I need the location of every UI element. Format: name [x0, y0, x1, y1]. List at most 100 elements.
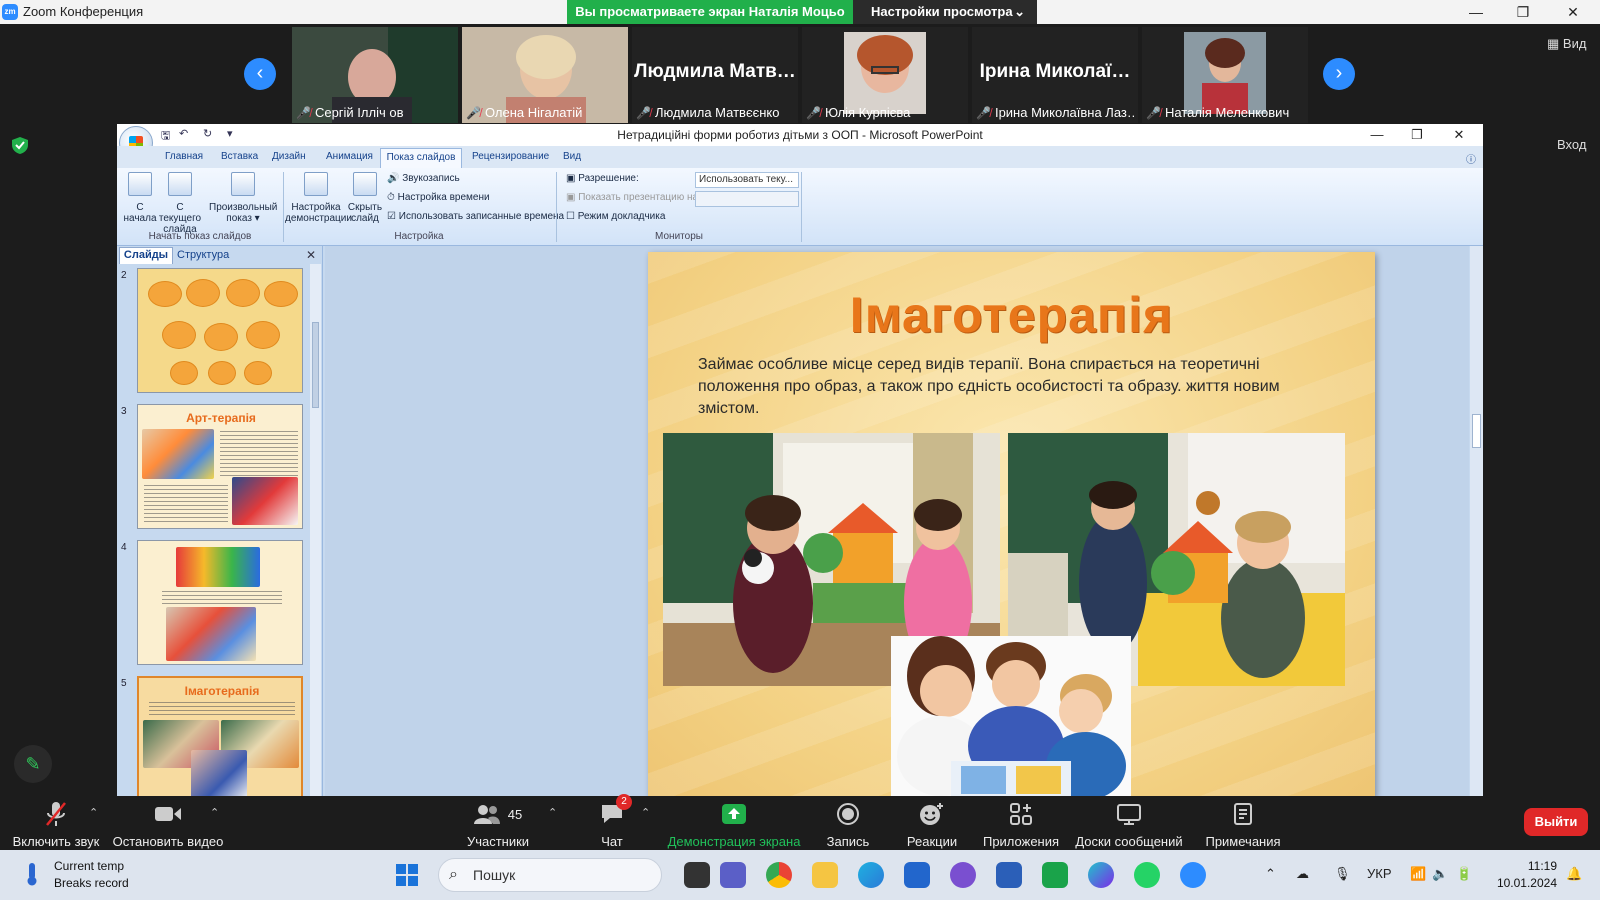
- use-timings-checkbox[interactable]: ☑ Использовать записанные времена: [387, 211, 564, 222]
- ppt-minimize-button[interactable]: —: [1357, 127, 1397, 142]
- clock-date[interactable]: 10.01.2024: [1491, 876, 1557, 890]
- record-button[interactable]: Запись: [822, 796, 874, 849]
- participant-tile[interactable]: Людмила Матв… 🎤̸ Людмила Матвєєнко: [632, 27, 798, 123]
- tab-home[interactable]: Главная: [165, 151, 203, 162]
- whiteboards-button[interactable]: Доски сообщений: [1074, 796, 1184, 849]
- thermometer-icon[interactable]: [22, 862, 42, 886]
- participant-tile[interactable]: 🎤̸ Олена Нігалатій: [462, 27, 628, 123]
- close-button[interactable]: ✕: [1550, 2, 1596, 22]
- leave-button[interactable]: Выйти: [1524, 808, 1588, 836]
- pencil-icon: ✎: [25, 754, 41, 774]
- ppt-restore-button[interactable]: ❐: [1397, 127, 1437, 143]
- monitor-icon: ▣: [566, 173, 579, 184]
- monitor-icon: ▣: [566, 192, 579, 203]
- tab-animation[interactable]: Анимация: [326, 151, 373, 162]
- photo-children-reading[interactable]: [891, 636, 1131, 796]
- whiteboard-icon: [1074, 800, 1184, 828]
- slide-title[interactable]: Імаготерапія: [648, 286, 1375, 344]
- show-on-label: ▣ Показать презентацию на:: [566, 192, 701, 203]
- shield-check-icon[interactable]: [12, 137, 28, 154]
- presenter-view-checkbox[interactable]: ☐ Режим докладчика: [566, 211, 665, 222]
- onedrive-icon[interactable]: ☁: [1296, 866, 1309, 882]
- tab-slideshow[interactable]: Показ слайдов: [380, 148, 462, 168]
- tab-review[interactable]: Рецензирование: [472, 151, 549, 162]
- canva-icon[interactable]: [1088, 862, 1114, 888]
- word-icon[interactable]: [996, 862, 1022, 888]
- microphone-icon[interactable]: 🎙: [1334, 866, 1351, 882]
- task-view-icon[interactable]: [684, 862, 710, 888]
- slide-thumbnail[interactable]: Арт-терапія: [137, 404, 303, 529]
- main-scrollbar[interactable]: [1470, 246, 1483, 796]
- main-scroll-thumb[interactable]: [1472, 414, 1481, 448]
- close-panel-icon[interactable]: ✕: [306, 248, 316, 262]
- battery-icon[interactable]: 🔋: [1456, 866, 1472, 882]
- video-options-caret[interactable]: ⌃: [210, 806, 219, 819]
- edge-icon[interactable]: [858, 862, 884, 888]
- reactions-button[interactable]: Реакции: [902, 796, 962, 849]
- thumb-shape: [162, 321, 196, 349]
- volume-icon[interactable]: 🔈: [1432, 866, 1448, 882]
- unmute-button[interactable]: Включить звук: [8, 796, 104, 849]
- teams-icon[interactable]: [720, 862, 746, 888]
- restore-button[interactable]: ❐: [1500, 2, 1546, 22]
- slide-body-text[interactable]: Займає особливе місце серед видів терапі…: [698, 354, 1338, 420]
- thumb-text: [162, 591, 282, 605]
- hide-slide-button[interactable]: Скрыть слайд: [347, 172, 383, 224]
- participant-tile[interactable]: Ірина Миколаї… 🎤̸ Ірина Миколаївна Лаз…: [972, 27, 1138, 123]
- checkbox-empty-icon: ☐: [566, 211, 578, 222]
- prev-page-button[interactable]: ‹: [244, 58, 276, 90]
- tray-overflow-icon[interactable]: ⌃: [1265, 866, 1276, 882]
- participants-button[interactable]: 45 Участники: [458, 796, 538, 849]
- panel-scroll-thumb[interactable]: [312, 322, 319, 408]
- weather-temp[interactable]: Current temp: [54, 859, 124, 873]
- start-button[interactable]: [396, 864, 418, 886]
- participant-tile[interactable]: 🎤̸ Наталія Меленкович: [1142, 27, 1308, 123]
- current-slide[interactable]: Імаготерапія Займає особливе місце серед…: [648, 252, 1375, 796]
- participants-options-caret[interactable]: ⌃: [548, 806, 557, 819]
- view-button[interactable]: ▦ Вид: [1547, 36, 1586, 52]
- wifi-icon[interactable]: 📶: [1410, 866, 1426, 882]
- slide-thumbnail[interactable]: [137, 268, 303, 393]
- kyivstar-icon[interactable]: [1042, 862, 1068, 888]
- slide-thumbnail[interactable]: [137, 540, 303, 665]
- view-options-dropdown[interactable]: Настройки просмотра ⌄: [853, 0, 1037, 24]
- setup-show-button[interactable]: Настройка демонстрации: [285, 172, 352, 224]
- next-page-button[interactable]: ›: [1323, 58, 1355, 90]
- notification-bell-icon[interactable]: 🔔: [1566, 866, 1582, 882]
- share-screen-button[interactable]: Демонстрация экрана: [664, 796, 804, 849]
- clock-time[interactable]: 11:19: [1497, 859, 1557, 873]
- from-current-button[interactable]: С текущего слайда: [155, 172, 205, 235]
- store-icon[interactable]: [904, 862, 930, 888]
- file-explorer-icon[interactable]: [812, 862, 838, 888]
- help-icon[interactable]: ⓘ: [1466, 151, 1476, 166]
- apps-button[interactable]: Приложения: [980, 796, 1062, 849]
- taskbar-search[interactable]: ⌕ Пошук: [438, 858, 662, 892]
- minimize-button[interactable]: —: [1453, 2, 1499, 22]
- stop-video-button[interactable]: Остановить видео: [110, 796, 226, 849]
- chat-options-caret[interactable]: ⌃: [641, 806, 650, 819]
- notes-button[interactable]: Примечания: [1198, 796, 1288, 849]
- ppt-close-button[interactable]: ✕: [1439, 127, 1479, 143]
- record-narration-button[interactable]: 🔊 Звукозапись: [387, 173, 460, 184]
- thumb-title: Арт-терапія: [186, 411, 256, 425]
- tab-design[interactable]: Дизайн: [272, 151, 306, 162]
- participant-tile[interactable]: 🎤̸ Сергій Ілліч ов: [292, 27, 458, 123]
- from-start-button[interactable]: Сначала: [122, 172, 158, 224]
- timer-icon: ⏱: [387, 192, 398, 203]
- resolution-select[interactable]: Использовать теку...: [695, 172, 799, 188]
- custom-show-button[interactable]: Произвольный показ ▾: [209, 172, 277, 224]
- participant-tile[interactable]: 🎤̸ Юлія Курпієва: [802, 27, 968, 123]
- tab-insert[interactable]: Вставка: [221, 151, 258, 162]
- viber-icon[interactable]: [950, 862, 976, 888]
- zoom-taskbar-icon[interactable]: [1180, 862, 1206, 888]
- slide-thumbnail-selected[interactable]: Імаготерапія: [137, 676, 303, 796]
- rehearse-timings-button[interactable]: ⏱ Настройка времени: [387, 192, 490, 203]
- annotate-button[interactable]: ✎: [14, 745, 52, 783]
- audio-options-caret[interactable]: ⌃: [89, 806, 98, 819]
- tab-outline[interactable]: Структура: [177, 249, 229, 261]
- tab-view[interactable]: Вид: [563, 151, 581, 162]
- chrome-icon[interactable]: [766, 862, 792, 888]
- tab-slides[interactable]: Слайды: [119, 247, 173, 264]
- language-indicator[interactable]: УКР: [1367, 866, 1392, 881]
- whatsapp-icon[interactable]: [1134, 862, 1160, 888]
